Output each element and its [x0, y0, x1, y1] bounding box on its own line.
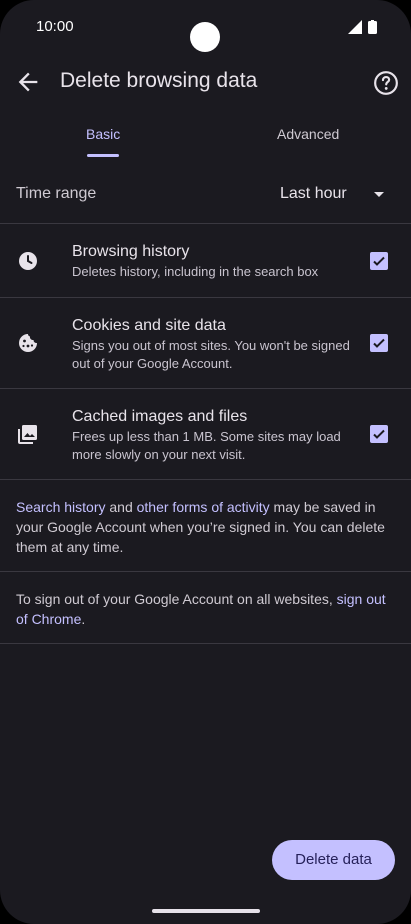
tab-advanced[interactable]: Advanced [277, 126, 339, 142]
browsing-history-checkbox[interactable] [370, 252, 388, 270]
time-range-row[interactable]: Time range Last hour [0, 166, 411, 222]
info-text: To sign out of your Google Account on al… [16, 591, 337, 607]
delete-data-button[interactable]: Delete data [272, 840, 395, 880]
option-browsing-history[interactable]: Browsing history Deletes history, includ… [0, 224, 411, 297]
info-text: and [105, 499, 137, 515]
image-icon [18, 425, 37, 444]
option-description: Signs you out of most sites. You won't b… [72, 338, 350, 371]
signal-icon [348, 20, 362, 34]
divider [0, 643, 411, 644]
help-icon[interactable] [373, 70, 399, 96]
activity-info-text: Search history and other forms of activi… [16, 497, 396, 557]
status-time: 10:00 [36, 18, 74, 35]
sign-out-info-text: To sign out of your Google Account on al… [16, 589, 396, 629]
checkmark-icon [373, 256, 385, 266]
screen: 10:00 Delete browsing data Basic Advance… [0, 0, 411, 924]
other-activity-link[interactable]: other forms of activity [137, 499, 270, 515]
cookie-icon [19, 334, 37, 352]
option-cached-images[interactable]: Cached images and files Frees up less th… [0, 389, 411, 479]
status-bar: 10:00 [0, 0, 411, 54]
option-title: Cookies and site data [72, 317, 226, 334]
option-description: Frees up less than 1 MB. Some sites may … [72, 429, 341, 462]
tab-indicator [87, 154, 119, 157]
search-history-link[interactable]: Search history [16, 499, 105, 515]
page-title: Delete browsing data [60, 69, 258, 92]
option-description: Deletes history, including in the search… [72, 264, 319, 279]
clock-icon [19, 252, 37, 270]
cookies-checkbox[interactable] [370, 334, 388, 352]
back-arrow-icon[interactable] [14, 68, 42, 96]
option-title: Browsing history [72, 243, 190, 260]
info-text: . [81, 611, 86, 627]
home-indicator[interactable] [152, 909, 260, 913]
tab-bar: Basic Advanced [0, 118, 411, 162]
cached-images-checkbox[interactable] [370, 425, 388, 443]
time-range-dropdown[interactable]: Last hour [280, 185, 347, 203]
divider [0, 479, 411, 480]
app-bar: Delete browsing data [0, 56, 411, 112]
time-range-label: Time range [16, 185, 97, 202]
camera-cutout [190, 22, 220, 52]
checkmark-icon [373, 338, 385, 348]
tab-basic[interactable]: Basic [86, 126, 120, 142]
option-title: Cached images and files [72, 408, 248, 425]
option-cookies[interactable]: Cookies and site data Signs you out of m… [0, 298, 411, 388]
checkmark-icon [373, 429, 385, 439]
battery-icon [368, 20, 377, 34]
divider [0, 571, 411, 572]
dropdown-arrow-icon[interactable] [374, 192, 384, 197]
